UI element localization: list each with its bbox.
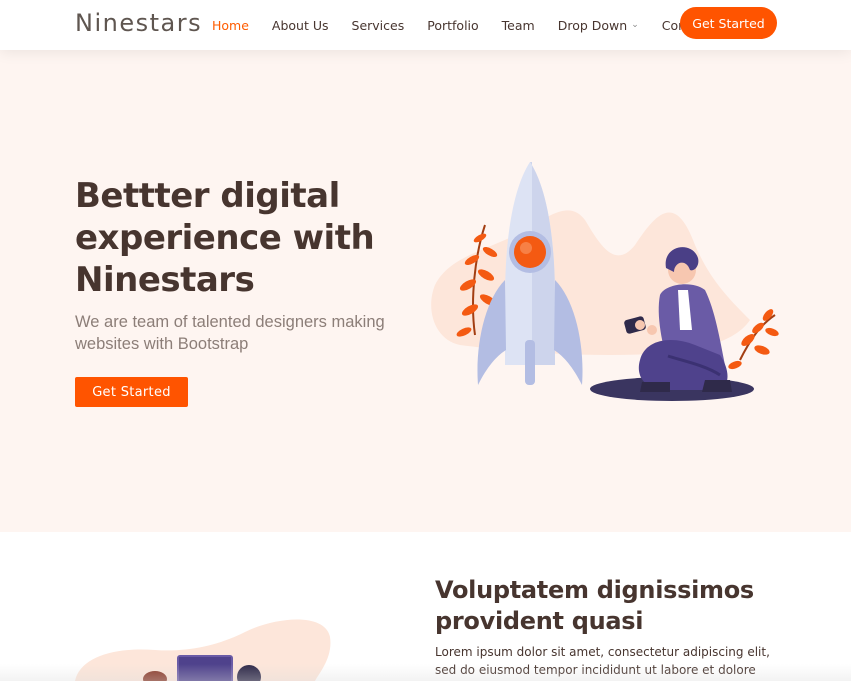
nav-about-us-label: About Us [271,17,329,33]
hero-section: Bettter digital experience with Ninestar… [0,50,851,532]
main-nav: Home About Us Services Portfolio Team Dr… [212,0,733,50]
nav-portfolio-label: Portfolio [427,17,479,33]
header-get-started-button[interactable]: Get Started [680,7,777,39]
nav-home-label: Home [212,17,249,33]
nav-home[interactable]: Home [212,18,249,33]
hero-title: Bettter digital experience with Ninestar… [75,176,375,300]
nav-services[interactable]: Services [352,18,405,33]
hero-get-started-button[interactable]: Get Started [75,377,188,407]
nav-team[interactable]: Team [502,18,535,33]
nav-about-us[interactable]: About Us [272,18,329,33]
about-title: Voluptatem dignissimos provident quasi [435,576,754,635]
chevron-down-icon: ⌄ [631,20,639,30]
nav-drop-down-label: Drop Down [557,17,628,33]
nav-services-label: Services [351,17,405,33]
nav-team-label: Team [501,17,535,33]
hero-subtitle: We are team of talented designers making… [75,313,385,353]
site-header: Ninestars Home About Us Services Portfol… [0,0,851,50]
nav-drop-down[interactable]: Drop Down ⌄ [558,18,639,33]
rocket-illustration [431,162,779,401]
nav-portfolio[interactable]: Portfolio [427,18,478,33]
site-logo[interactable]: Ninestars [75,9,202,37]
bottom-fade [0,664,851,681]
